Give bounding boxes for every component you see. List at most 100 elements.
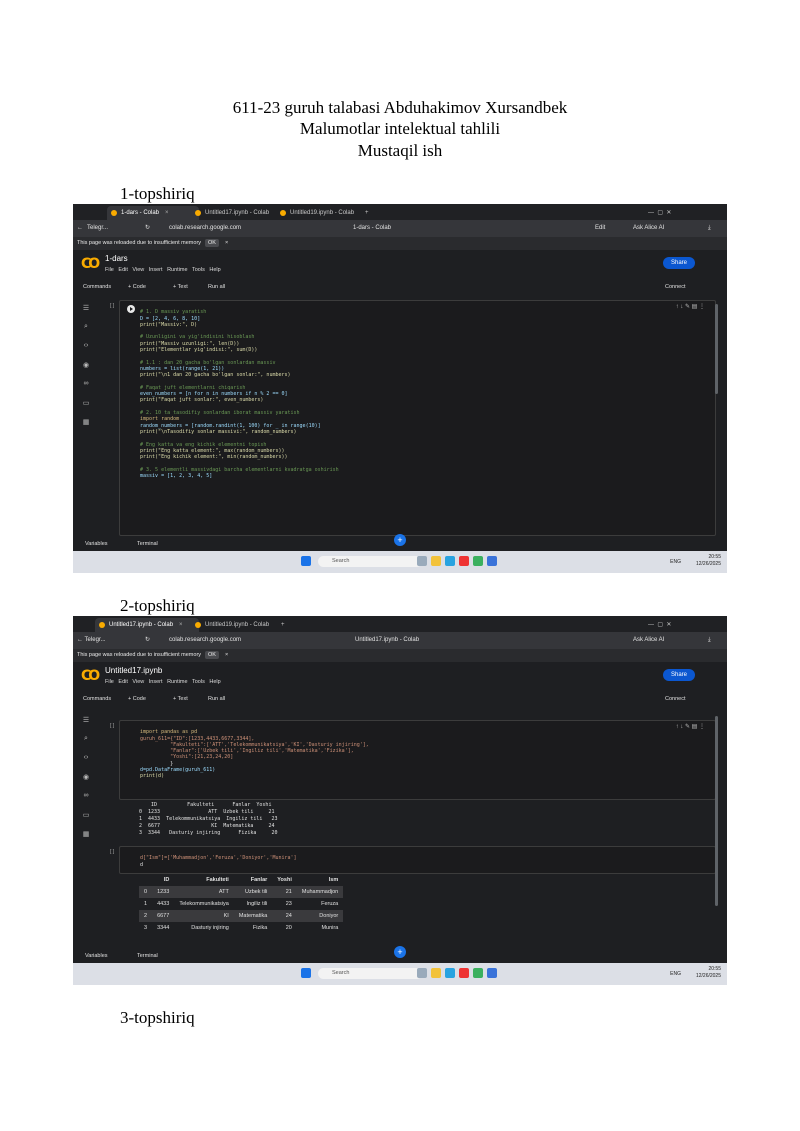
- window-controls[interactable]: — ▢ ✕: [648, 618, 671, 632]
- window-controls[interactable]: — ▢ ✕: [648, 206, 671, 220]
- code-cell-2[interactable]: [ ] d["Ism"]=['Muhammadjon','Feruza','Do…: [110, 846, 716, 874]
- reload-icon[interactable]: ↻: [145, 220, 150, 237]
- variables-button[interactable]: Variables: [85, 538, 108, 551]
- notebook-title[interactable]: 1-dars: [105, 254, 128, 263]
- back-icon[interactable]: ←: [77, 220, 83, 237]
- menu-insert[interactable]: Insert: [149, 679, 163, 685]
- menu-help[interactable]: Help: [209, 267, 220, 273]
- windows-start-icon[interactable]: [301, 968, 311, 978]
- close-icon[interactable]: ×: [225, 652, 228, 658]
- menu-runtime[interactable]: Runtime: [167, 267, 187, 273]
- close-icon[interactable]: ×: [225, 240, 228, 246]
- telegram-icon[interactable]: [445, 968, 455, 978]
- close-icon[interactable]: ×: [179, 622, 183, 628]
- terminal-button[interactable]: Terminal: [137, 538, 158, 551]
- menu-runtime[interactable]: Runtime: [167, 679, 187, 685]
- connect-button[interactable]: Connect: [665, 280, 686, 294]
- taskbar-app-icon[interactable]: [417, 556, 427, 566]
- tab-untitled19[interactable]: Untitled19.ipynb - Colab: [276, 206, 370, 220]
- telegram-icon[interactable]: [445, 556, 455, 566]
- link-icon[interactable]: ∞: [79, 380, 93, 399]
- share-button[interactable]: Share: [662, 257, 695, 269]
- add-code-button[interactable]: + Code: [128, 692, 146, 706]
- ai-assist-icon[interactable]: +: [394, 534, 406, 546]
- taskbar-clock[interactable]: 20:55 12/26/2025: [696, 554, 721, 568]
- taskbar-search[interactable]: Search: [318, 556, 422, 567]
- share-button[interactable]: Share: [662, 669, 695, 681]
- add-text-button[interactable]: + Text: [173, 280, 188, 294]
- reload-icon[interactable]: ↻: [145, 632, 150, 649]
- word-icon[interactable]: [487, 556, 497, 566]
- ok-button[interactable]: OK: [205, 239, 219, 247]
- menu-insert[interactable]: Insert: [149, 267, 163, 273]
- scrollbar[interactable]: [715, 716, 718, 906]
- table-icon[interactable]: ▦: [79, 418, 93, 437]
- variables-button[interactable]: Variables: [85, 950, 108, 963]
- download-icon[interactable]: ⤓: [708, 220, 711, 237]
- tray-lang[interactable]: ENG: [670, 971, 681, 977]
- edit-button[interactable]: Edit: [595, 220, 605, 237]
- cell-code[interactable]: # 1. D massiv yaratish D = [2, 4, 6, 8, …: [140, 303, 339, 479]
- run-all-button[interactable]: Run all: [208, 280, 225, 294]
- menu-view[interactable]: View: [132, 679, 144, 685]
- word-icon[interactable]: [487, 968, 497, 978]
- terminal-button[interactable]: Terminal: [137, 950, 158, 963]
- close-icon[interactable]: ×: [165, 210, 169, 216]
- ask-alice-button[interactable]: Ask Alice AI: [633, 632, 664, 649]
- code-cell-1[interactable]: [ ] import pandas as pd guruh_611={"ID":…: [110, 720, 716, 800]
- code-icon[interactable]: ‹›: [79, 342, 93, 361]
- windows-start-icon[interactable]: [301, 556, 311, 566]
- download-icon[interactable]: ⤓: [708, 632, 711, 649]
- toc-icon[interactable]: ☰: [79, 716, 93, 735]
- tab-untitled19[interactable]: Untitled19.ipynb - Colab: [191, 618, 285, 632]
- taskbar-app-icon[interactable]: [417, 968, 427, 978]
- cell-code[interactable]: import pandas as pd guruh_611={"ID":[123…: [140, 723, 369, 780]
- commands-button[interactable]: Commands: [83, 692, 111, 706]
- menu-tools[interactable]: Tools: [192, 679, 205, 685]
- cell-code[interactable]: d["Ism"]=['Muhammadjon','Feruza','Doniyo…: [140, 849, 297, 868]
- tab-1-dars[interactable]: 1-dars - Colab ×: [107, 206, 199, 220]
- menu-tools[interactable]: Tools: [192, 267, 205, 273]
- ask-alice-button[interactable]: Ask Alice AI: [633, 220, 664, 237]
- ok-button[interactable]: OK: [205, 651, 219, 659]
- ai-assist-icon[interactable]: +: [394, 946, 406, 958]
- file-explorer-icon[interactable]: [431, 556, 441, 566]
- run-cell-icon[interactable]: [127, 305, 135, 313]
- menu-help[interactable]: Help: [209, 679, 220, 685]
- tab-untitled17[interactable]: Untitled17.ipynb - Colab ×: [95, 618, 199, 632]
- secrets-icon[interactable]: ◉: [79, 773, 93, 792]
- back-button[interactable]: ← Telegr...: [77, 632, 106, 649]
- url-field[interactable]: colab.research.google.com: [169, 632, 241, 649]
- table-icon[interactable]: ▦: [79, 830, 93, 849]
- yandex-icon[interactable]: [459, 968, 469, 978]
- folder-icon[interactable]: ▭: [79, 399, 93, 418]
- run-all-button[interactable]: Run all: [208, 692, 225, 706]
- find-icon[interactable]: ⌕: [79, 323, 93, 342]
- code-cell[interactable]: [ ] # 1. D massiv yaratish D = [2, 4, 6,…: [110, 300, 716, 536]
- notebook-title[interactable]: Untitled17.ipynb: [105, 666, 162, 675]
- tab-untitled17[interactable]: Untitled17.ipynb - Colab: [191, 206, 285, 220]
- tab-back-label[interactable]: Telegr...: [87, 220, 108, 237]
- taskbar-clock[interactable]: 20:55 12/26/2025: [696, 966, 721, 980]
- menu-view[interactable]: View: [132, 267, 144, 273]
- url-field[interactable]: colab.research.google.com: [169, 220, 241, 237]
- new-tab-icon[interactable]: +: [279, 618, 285, 632]
- scrollbar[interactable]: [715, 304, 718, 394]
- folder-icon[interactable]: ▭: [79, 811, 93, 830]
- yandex-icon[interactable]: [459, 556, 469, 566]
- connect-button[interactable]: Connect: [665, 692, 686, 706]
- add-text-button[interactable]: + Text: [173, 692, 188, 706]
- new-tab-icon[interactable]: +: [363, 206, 369, 220]
- menu-file[interactable]: File: [105, 679, 114, 685]
- menu-file[interactable]: File: [105, 267, 114, 273]
- file-explorer-icon[interactable]: [431, 968, 441, 978]
- cell-actions[interactable]: ↑ ↓ ✎ ▤ ⋮: [676, 723, 705, 730]
- taskbar-search[interactable]: Search: [318, 968, 422, 979]
- code-icon[interactable]: ‹›: [79, 754, 93, 773]
- chrome-icon[interactable]: [473, 556, 483, 566]
- chrome-icon[interactable]: [473, 968, 483, 978]
- find-icon[interactable]: ⌕: [79, 735, 93, 754]
- menu-edit[interactable]: Edit: [118, 267, 127, 273]
- tray-lang[interactable]: ENG: [670, 559, 681, 565]
- commands-button[interactable]: Commands: [83, 280, 111, 294]
